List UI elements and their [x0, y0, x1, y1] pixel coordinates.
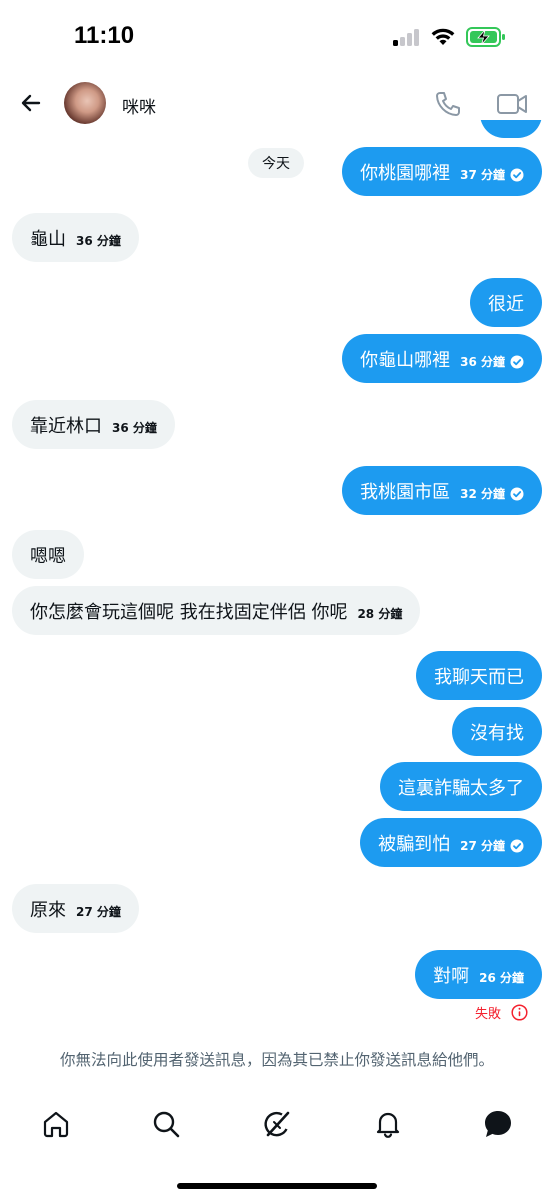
message-bubble-received[interactable]: 嗯嗯	[12, 530, 84, 579]
message-text: 我聊天而已	[434, 666, 524, 688]
message-text: 嗯嗯	[30, 545, 66, 567]
message-text: 你怎麼會玩這個呢 我在找固定伴侶 你呢	[30, 601, 348, 623]
send-failed-label: 失敗	[474, 1007, 501, 1022]
grok-icon	[264, 1111, 290, 1137]
nav-notifications[interactable]	[372, 1108, 404, 1140]
message-time: 36 分鐘	[76, 234, 121, 248]
blocked-notice: 你無法向此使用者發送訊息，因為其已禁止你發送訊息給他們。	[59, 1051, 494, 1069]
message-time: 36 分鐘	[460, 355, 505, 369]
notifications-icon	[376, 1112, 400, 1138]
send-failed-status[interactable]: 失敗	[475, 1003, 528, 1022]
read-check-icon	[510, 355, 524, 368]
message-time: 36 分鐘	[112, 421, 157, 435]
message-bubble-partial[interactable]	[480, 120, 542, 138]
message-text: 被騙到怕	[378, 833, 451, 855]
message-text: 原來	[30, 899, 66, 921]
contact-avatar[interactable]	[64, 82, 106, 124]
message-time: 27 分鐘	[76, 905, 121, 919]
message-bubble-received[interactable]: 靠近林口 36 分鐘	[12, 400, 175, 449]
video-call-icon[interactable]	[496, 90, 528, 118]
battery-charging-icon	[466, 27, 505, 47]
message-bubble-sent[interactable]: 這裏詐騙太多了	[380, 762, 542, 811]
status-bar: 11:10	[0, 0, 554, 70]
message-time: 28 分鐘	[357, 607, 403, 621]
message-text: 你桃園哪裡	[360, 162, 451, 184]
message-bubble-received[interactable]: 你怎麼會玩這個呢 我在找固定伴侶 你呢 28 分鐘	[12, 586, 421, 635]
nav-messages[interactable]	[482, 1108, 514, 1140]
read-check-icon	[510, 168, 524, 181]
message-time: 27 分鐘	[460, 839, 505, 853]
message-text: 我桃園市區	[360, 481, 451, 503]
message-bubble-sent[interactable]: 你桃園哪裡 37 分鐘	[342, 147, 542, 196]
message-bubble-received[interactable]: 龜山 36 分鐘	[12, 213, 139, 262]
day-separator: 今天	[248, 148, 304, 178]
message-text: 對啊	[433, 965, 470, 987]
home-indicator	[177, 1183, 377, 1189]
message-bubble-received[interactable]: 原來 27 分鐘	[12, 884, 139, 933]
home-icon	[43, 1111, 69, 1138]
info-error-icon[interactable]	[511, 1004, 528, 1021]
message-time: 37 分鐘	[460, 168, 505, 182]
message-time: 26 分鐘	[479, 971, 524, 985]
status-time: 11:10	[74, 22, 135, 49]
message-bubble-sent[interactable]: 我桃園市區 32 分鐘	[342, 466, 542, 515]
read-check-icon	[510, 487, 524, 500]
message-bubble-sent[interactable]: 很近	[470, 278, 542, 327]
nav-grok[interactable]	[261, 1108, 293, 1140]
message-text: 這裏詐騙太多了	[398, 777, 524, 799]
message-time: 32 分鐘	[460, 487, 505, 501]
message-bubble-sent[interactable]: 你龜山哪裡 36 分鐘	[342, 334, 542, 383]
phone-call-icon[interactable]	[434, 90, 462, 118]
contact-name[interactable]: 咪咪	[122, 93, 156, 118]
messages-icon	[485, 1111, 511, 1137]
bottom-navigation	[0, 1100, 554, 1150]
message-text: 龜山	[30, 228, 66, 250]
message-bubble-sent[interactable]: 對啊 26 分鐘	[415, 950, 542, 999]
nav-search[interactable]	[150, 1108, 182, 1140]
wifi-icon	[431, 28, 455, 45]
nav-home[interactable]	[40, 1108, 72, 1140]
message-bubble-sent[interactable]: 我聊天而已	[416, 651, 542, 700]
cellular-signal-icon	[393, 28, 423, 46]
message-text: 很近	[488, 293, 524, 315]
message-text: 你龜山哪裡	[360, 349, 451, 371]
read-check-icon	[510, 839, 524, 852]
message-list[interactable]: 今天 你桃園哪裡 37 分鐘 龜山 36 分鐘 很近 你龜山哪裡 36 分鐘 靠…	[0, 120, 554, 1030]
message-text: 沒有找	[470, 722, 524, 744]
message-bubble-sent[interactable]: 沒有找	[452, 707, 542, 756]
back-button[interactable]	[14, 86, 48, 120]
message-text: 靠近林口	[30, 415, 102, 437]
message-bubble-sent[interactable]: 被騙到怕 27 分鐘	[360, 818, 542, 867]
arrow-left-icon	[21, 94, 41, 112]
search-icon	[153, 1111, 180, 1138]
